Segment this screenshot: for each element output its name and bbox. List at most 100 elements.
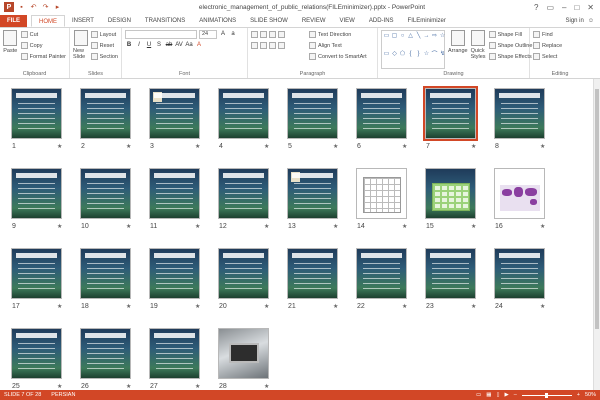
- font-size-input[interactable]: 24: [199, 30, 217, 39]
- zoom-in-button[interactable]: +: [577, 392, 580, 398]
- shape-arrow-icon[interactable]: →: [423, 32, 430, 39]
- start-slideshow-icon[interactable]: ▸: [53, 3, 62, 12]
- save-icon[interactable]: ▪: [17, 3, 26, 12]
- language-status[interactable]: PERSIAN: [51, 392, 75, 398]
- align-right-icon[interactable]: [269, 42, 276, 49]
- shapes-gallery[interactable]: ▭ ▢ ○ △ ╲ → ⇨ ☆ ▭ ◇ ⬠ { } ☆ ⌒ ↯: [381, 30, 445, 69]
- quick-styles-button[interactable]: Quick Styles: [471, 30, 486, 69]
- shape-line-icon[interactable]: ╲: [415, 32, 422, 39]
- slide-transition-star-icon[interactable]: ★: [333, 303, 338, 310]
- justify-icon[interactable]: [278, 42, 285, 49]
- slide-thumbnail[interactable]: [494, 248, 545, 299]
- convert-smartart-button[interactable]: Convert to SmartArt: [309, 52, 367, 61]
- slide-transition-star-icon[interactable]: ★: [195, 303, 200, 310]
- bold-button[interactable]: B: [125, 41, 133, 49]
- slide-transition-star-icon[interactable]: ★: [402, 223, 407, 230]
- slide-transition-star-icon[interactable]: ★: [402, 143, 407, 150]
- shape-oval-icon[interactable]: ○: [399, 32, 406, 39]
- copy-button[interactable]: Copy: [20, 41, 66, 50]
- slide-thumbnail[interactable]: [425, 168, 476, 219]
- cut-button[interactable]: Cut: [20, 30, 66, 39]
- shrink-font-icon[interactable]: a: [229, 30, 237, 38]
- reading-view-icon[interactable]: ▯: [496, 392, 499, 398]
- normal-view-icon[interactable]: ▭: [476, 392, 481, 398]
- slide-thumbnail[interactable]: [149, 248, 200, 299]
- slide-transition-star-icon[interactable]: ★: [126, 303, 131, 310]
- shape-diamond-icon[interactable]: ◇: [391, 50, 398, 57]
- slide-transition-star-icon[interactable]: ★: [264, 383, 269, 390]
- shape-lightning-icon[interactable]: ↯: [439, 50, 446, 57]
- slide-thumbnail[interactable]: [149, 88, 200, 139]
- ribbon-display-icon[interactable]: ▭: [546, 3, 554, 12]
- slide-thumbnail[interactable]: [80, 328, 131, 379]
- slide-transition-star-icon[interactable]: ★: [471, 223, 476, 230]
- new-slide-button[interactable]: New Slide: [73, 30, 89, 69]
- minimize-icon[interactable]: –: [562, 3, 566, 12]
- section-button[interactable]: Section: [90, 52, 118, 61]
- tab-fileminimizer[interactable]: FILEminimizer: [401, 15, 453, 27]
- slide-thumbnail[interactable]: [494, 168, 545, 219]
- layout-button[interactable]: Layout: [90, 30, 118, 39]
- slide-thumbnail[interactable]: [494, 88, 545, 139]
- slide-thumbnail[interactable]: [287, 168, 338, 219]
- font-color-button[interactable]: A: [195, 41, 203, 49]
- slide-transition-star-icon[interactable]: ★: [195, 383, 200, 390]
- shape-rounded-rect-icon[interactable]: ▢: [391, 32, 398, 39]
- tab-review[interactable]: REVIEW: [295, 15, 333, 27]
- font-name-input[interactable]: [125, 30, 197, 39]
- slide-thumbnail[interactable]: [149, 328, 200, 379]
- italic-button[interactable]: I: [135, 41, 143, 49]
- slide-transition-star-icon[interactable]: ★: [333, 143, 338, 150]
- format-painter-button[interactable]: Format Painter: [20, 52, 66, 61]
- slide-thumbnail[interactable]: [287, 248, 338, 299]
- redo-icon[interactable]: ↷: [41, 3, 50, 12]
- shape-textbox-icon[interactable]: ▭: [383, 50, 390, 57]
- select-button[interactable]: Select: [533, 52, 587, 61]
- slide-thumbnail[interactable]: [149, 168, 200, 219]
- close-icon[interactable]: ✕: [587, 3, 594, 12]
- slide-transition-star-icon[interactable]: ★: [57, 383, 62, 390]
- maximize-icon[interactable]: □: [574, 3, 579, 12]
- shape-fill-button[interactable]: Shape Fill: [488, 30, 533, 39]
- slide-sorter-view-icon[interactable]: ▦: [486, 392, 491, 398]
- slide-thumbnail[interactable]: [218, 248, 269, 299]
- slide-transition-star-icon[interactable]: ★: [126, 223, 131, 230]
- shape-star2-icon[interactable]: ☆: [423, 50, 430, 57]
- slide-transition-star-icon[interactable]: ★: [471, 303, 476, 310]
- slide-thumbnail[interactable]: [218, 328, 269, 379]
- slide-thumbnail[interactable]: [11, 168, 62, 219]
- shape-outline-button[interactable]: Shape Outline: [488, 41, 532, 50]
- zoom-level[interactable]: 50%: [585, 392, 596, 398]
- slide-thumbnail[interactable]: [356, 248, 407, 299]
- slide-thumbnail[interactable]: [356, 88, 407, 139]
- char-spacing-button[interactable]: AV: [175, 41, 183, 49]
- tab-insert[interactable]: INSERT: [65, 15, 101, 27]
- find-button[interactable]: Find: [533, 30, 587, 39]
- shape-left-brace-icon[interactable]: {: [407, 50, 414, 57]
- slide-thumbnail[interactable]: [11, 248, 62, 299]
- slide-transition-star-icon[interactable]: ★: [264, 143, 269, 150]
- shadow-button[interactable]: S: [155, 41, 163, 49]
- slide-transition-star-icon[interactable]: ★: [195, 223, 200, 230]
- shape-triangle-icon[interactable]: △: [407, 32, 414, 39]
- slide-thumbnail[interactable]: [80, 88, 131, 139]
- slide-thumbnail[interactable]: [287, 88, 338, 139]
- grow-font-icon[interactable]: A: [219, 30, 227, 38]
- tab-slide-show[interactable]: SLIDE SHOW: [243, 15, 295, 27]
- slide-transition-star-icon[interactable]: ★: [402, 303, 407, 310]
- slide-transition-star-icon[interactable]: ★: [126, 143, 131, 150]
- undo-icon[interactable]: ↶: [29, 3, 38, 12]
- change-case-button[interactable]: Aa: [185, 41, 193, 49]
- sign-in-link[interactable]: Sign in: [566, 15, 584, 27]
- slide-transition-star-icon[interactable]: ★: [540, 223, 545, 230]
- slide-transition-star-icon[interactable]: ★: [540, 143, 545, 150]
- paste-button[interactable]: Paste: [3, 30, 18, 69]
- tab-view[interactable]: VIEW: [333, 15, 362, 27]
- shape-rectangle-icon[interactable]: ▭: [383, 32, 390, 39]
- strikethrough-button[interactable]: ab: [165, 41, 173, 49]
- numbering-icon[interactable]: [260, 31, 267, 38]
- zoom-slider-knob[interactable]: [544, 392, 548, 398]
- slideshow-view-icon[interactable]: ▶: [504, 392, 508, 398]
- slide-transition-star-icon[interactable]: ★: [540, 303, 545, 310]
- slide-thumbnail[interactable]: [356, 168, 407, 219]
